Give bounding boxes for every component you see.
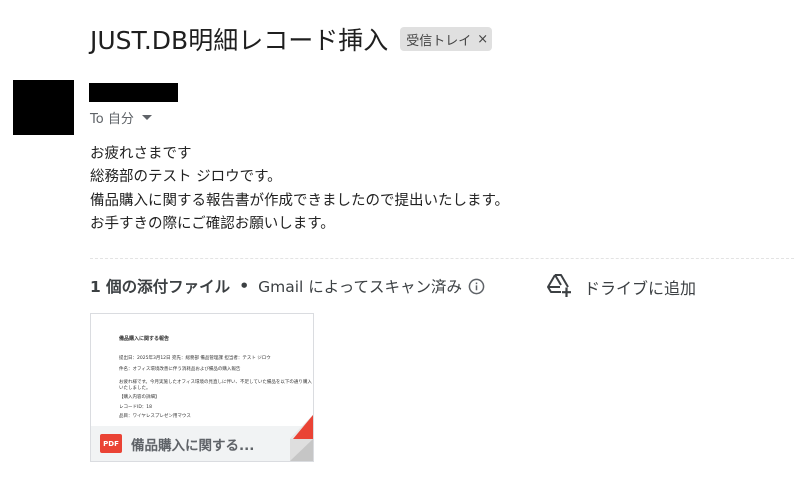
sender-avatar[interactable] [13, 80, 74, 135]
preview-line: レコードID：18 [119, 405, 153, 410]
attachments-divider [90, 258, 794, 259]
sender-name-redacted [89, 83, 178, 102]
attachment-preview[interactable]: 備品購入に関する報告 提出日：2025年3月12日 宛先：総務部 備品管理課 担… [91, 314, 313, 426]
preview-line: 件名：オフィス環境改善に伴う消耗品および備品の購入報告 [119, 367, 241, 372]
preview-line: いたしました。 [119, 386, 151, 391]
body-line: お手すきの際にご確認お願いします。 [90, 215, 335, 232]
separator-dot: • [239, 277, 250, 295]
add-to-drive-button[interactable]: ドライブに追加 [546, 273, 696, 301]
recipient-label: To 自分 [90, 112, 134, 127]
add-to-drive-label: ドライブに追加 [584, 279, 697, 298]
attachment-card[interactable]: 備品購入に関する報告 提出日：2025年3月12日 宛先：総務部 備品管理課 担… [90, 313, 314, 462]
body-line: 備品購入に関する報告書が作成できましたので提出いたします。 [90, 192, 510, 209]
email-subject: JUST.DB明細レコード挿入 [90, 26, 389, 55]
attachment-file-name: 備品購入に関する... [131, 437, 255, 454]
pdf-icon: PDF [100, 434, 122, 453]
attachment-count: 1 個の添付ファイル [90, 278, 231, 296]
scan-status: Gmail によってスキャン済み [258, 278, 463, 296]
recipient-details-toggle[interactable]: To 自分 [90, 108, 152, 127]
info-circle-icon[interactable] [468, 278, 485, 295]
attachments-header: 1 個の添付ファイル • Gmail によってスキャン済み [90, 274, 485, 298]
preview-line: 品目：ワイヤレスプレゼン用マウス [119, 414, 191, 419]
drive-add-icon [546, 272, 574, 302]
email-subject-row: JUST.DB明細レコード挿入 受信トレイ × [90, 20, 493, 58]
body-line: お疲れさまです [90, 146, 192, 162]
remove-label-button[interactable]: × [477, 32, 488, 47]
inbox-label-chip[interactable]: 受信トレイ × [400, 27, 493, 51]
page-curl-icon [290, 415, 313, 461]
preview-line: 提出日：2025年3月12日 宛先：総務部 備品管理課 担当者：テスト ジロウ [119, 356, 271, 361]
preview-line: 【購入内容の詳細】 [119, 395, 160, 400]
caret-down-icon[interactable] [141, 115, 152, 120]
body-line: 総務部のテスト ジロウです。 [90, 169, 282, 186]
inbox-label-text: 受信トレイ [406, 33, 472, 49]
email-body: お疲れさまです 総務部のテスト ジロウです。 備品購入に関する報告書が作成できま… [90, 143, 509, 236]
preview-line: お疲れ様です。今月実施したオフィス環境の見直しに伴い、不足していた備品を以下の通… [119, 380, 312, 385]
preview-line: 備品購入に関する報告 [119, 336, 170, 342]
